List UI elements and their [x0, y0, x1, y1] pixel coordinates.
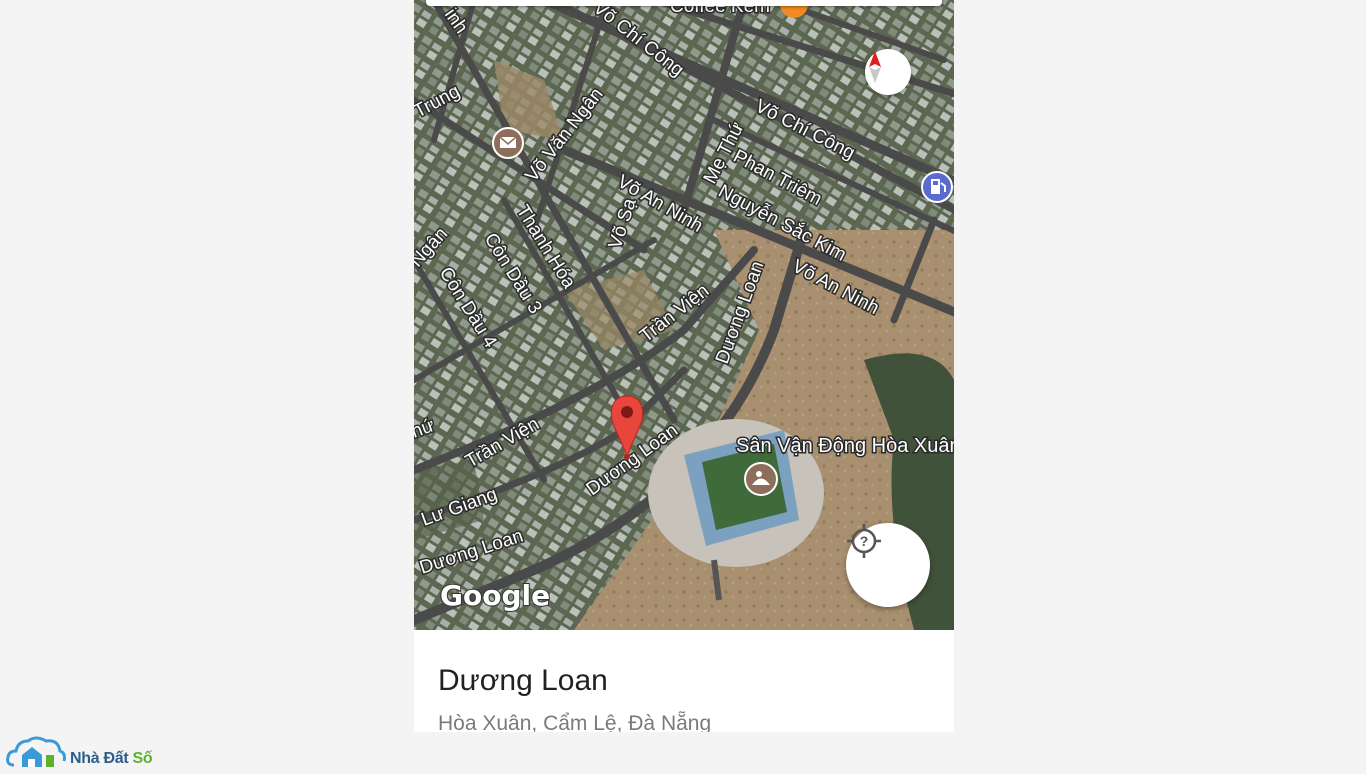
- cloud-house-logo-icon: [6, 736, 66, 767]
- compass-button[interactable]: [865, 49, 911, 95]
- my-location-button[interactable]: ?: [846, 523, 930, 607]
- brand-name: Nhà Đất Số: [70, 750, 153, 767]
- mobile-view: Võ Chí Công Võ Chí Công Phan Triêm Mẹ Th…: [414, 0, 954, 732]
- search-bar-edge[interactable]: [426, 0, 942, 6]
- google-logo: Google: [440, 579, 550, 612]
- mail-icon[interactable]: [492, 127, 524, 159]
- stadium-icon[interactable]: [744, 462, 778, 496]
- place-address: Hòa Xuân, Cẩm Lệ, Đà Nẵng: [438, 712, 712, 732]
- svg-text:?: ?: [860, 533, 869, 549]
- stadium-label: Sân Vận Động Hòa Xuân: [736, 435, 954, 457]
- brand-watermark: Nhà Đất Số: [6, 733, 166, 768]
- place-info-panel[interactable]: Dương Loan Hòa Xuân, Cẩm Lệ, Đà Nẵng: [414, 630, 954, 732]
- compass-icon: [869, 51, 881, 83]
- satellite-map[interactable]: Võ Chí Công Võ Chí Công Phan Triêm Mẹ Th…: [414, 0, 954, 630]
- locate-question-icon: ?: [847, 524, 881, 558]
- fuel-icon[interactable]: [921, 171, 953, 203]
- place-title: Dương Loan: [438, 664, 608, 697]
